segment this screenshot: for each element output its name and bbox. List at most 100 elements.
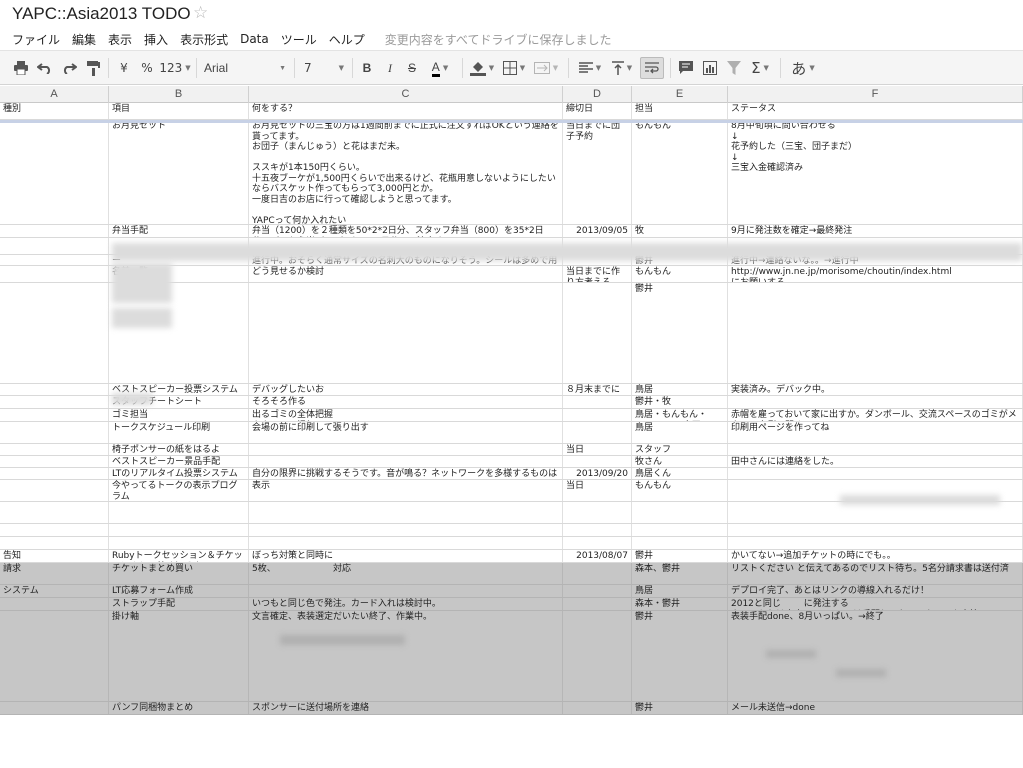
cell-c[interactable]: 弁当（1200）を２種類を50*2*2日分、スタッフ弁当（800）を35*2日分…: [249, 225, 563, 237]
cell-c[interactable]: 出るゴミの全体把握 カクヤス、提灯、: [249, 409, 563, 421]
menu-help[interactable]: ヘルプ: [323, 29, 371, 50]
menu-tools[interactable]: ツール: [275, 29, 323, 50]
column-header-c[interactable]: C: [249, 86, 563, 103]
cell-e[interactable]: もんもん: [632, 480, 728, 501]
cell-f[interactable]: リストください と伝えてあるのでリスト待ち。5名分請求書は送付済: [728, 563, 1023, 584]
cell-e[interactable]: [632, 502, 728, 523]
menu-edit[interactable]: 編集: [66, 29, 102, 50]
star-icon[interactable]: ☆: [193, 3, 208, 23]
wrap-text-icon[interactable]: [640, 57, 664, 79]
cell-b[interactable]: 椅子ポンサーの紙をはるよ: [109, 444, 249, 455]
cell-d[interactable]: 2013/09/20: [563, 468, 632, 479]
menu-format[interactable]: 表示形式: [174, 29, 234, 50]
vertical-align-icon[interactable]: ▼: [608, 57, 636, 79]
cell-c[interactable]: 5枚、 対応: [249, 563, 563, 584]
cell-a[interactable]: 請求: [0, 563, 109, 584]
cell-a[interactable]: [0, 409, 109, 421]
cell-f[interactable]: [728, 537, 1023, 549]
column-header-e[interactable]: E: [632, 86, 728, 103]
cell-b[interactable]: ゴミ担当: [109, 409, 249, 421]
filter-icon[interactable]: [724, 57, 744, 79]
cell-a[interactable]: [0, 502, 109, 523]
functions-button[interactable]: Σ ▼: [746, 57, 774, 79]
cell-e[interactable]: 鳥居・もんもん・umeyuki・太田: [632, 409, 728, 421]
cell-e[interactable]: もんもん: [632, 120, 728, 224]
merge-cells-icon[interactable]: ▼: [532, 57, 560, 79]
cell-e[interactable]: 鳥居: [632, 585, 728, 597]
cell-f[interactable]: [728, 283, 1023, 383]
paint-format-icon[interactable]: [82, 57, 104, 79]
cell-c[interactable]: [249, 502, 563, 523]
cell-d[interactable]: [563, 456, 632, 467]
column-header-a[interactable]: A: [0, 86, 109, 103]
cell-c[interactable]: [249, 444, 563, 455]
menu-view[interactable]: 表示: [102, 29, 138, 50]
cell-b[interactable]: LT応募フォーム作成: [109, 585, 249, 597]
cell-e[interactable]: 担当: [632, 103, 728, 119]
cell-b[interactable]: 今やってるトークの表示プログラム: [109, 480, 249, 501]
cell-a[interactable]: [0, 255, 109, 265]
undo-icon[interactable]: [34, 57, 56, 79]
cell-e[interactable]: 牧: [632, 225, 728, 237]
cell-c[interactable]: [249, 585, 563, 597]
spreadsheet-grid[interactable]: ABCDEF 種別 項目 何をする？ 締切日 担当 ステータス お月見セット お月見セットの三…: [0, 86, 1023, 768]
cell-f[interactable]: 赤帽を雇っておいて家に出すか。ダンボール、交流スペースのゴミがメタッフ定例で聞く…: [728, 409, 1023, 421]
cell-f[interactable]: [728, 502, 1023, 523]
cell-a[interactable]: [0, 598, 109, 610]
cell-c[interactable]: どう見せるか検討 無許可で縦書きの漢字作るの難しそう。 - 横書きで並べて行く表…: [249, 266, 563, 282]
cell-f[interactable]: [728, 468, 1023, 479]
cell-d[interactable]: [563, 598, 632, 610]
cell-d[interactable]: [563, 283, 632, 383]
cell-f[interactable]: 9月に発注数を確定→最終発注: [728, 225, 1023, 237]
cell-b[interactable]: Rubyトークセッション＆チケットほんとに締め切るよ: [109, 550, 249, 562]
cell-e[interactable]: スタッフ: [632, 444, 728, 455]
cell-c[interactable]: ぼっち対策と同時に: [249, 550, 563, 562]
frozen-row-divider[interactable]: [0, 120, 1023, 123]
cell-f[interactable]: 2012と同じ に発注する カード入れは森本+DoNextでは手配してない。カー…: [728, 598, 1023, 610]
cell-c[interactable]: 文言確定、表装選定だいたい終了、作業中。: [249, 611, 563, 701]
bold-button[interactable]: B: [358, 57, 376, 79]
chart-icon[interactable]: [700, 57, 720, 79]
cell-f[interactable]: 田中さんには連絡をした。: [728, 456, 1023, 467]
cell-a[interactable]: [0, 480, 109, 501]
cell-d[interactable]: [563, 409, 632, 421]
cell-f[interactable]: かいてない→追加チケットの時にでも。。: [728, 550, 1023, 562]
cell-c[interactable]: スポンサーに送付場所を連絡: [249, 702, 563, 714]
cell-f[interactable]: ステータス: [728, 103, 1023, 119]
menu-data[interactable]: Data: [234, 30, 275, 48]
cell-d[interactable]: [563, 502, 632, 523]
menu-insert[interactable]: 挿入: [138, 29, 174, 50]
cell-a[interactable]: [0, 266, 109, 282]
cell-f[interactable]: 8月中旬頃に問い合わせる ↓ 花予約した（三宝、団子まだ） ↓ 三宝入金確認済み: [728, 120, 1023, 224]
cell-a[interactable]: [0, 444, 109, 455]
cell-f[interactable]: [728, 524, 1023, 536]
cell-e[interactable]: [632, 524, 728, 536]
menu-file[interactable]: ファイル: [6, 29, 66, 50]
cell-d[interactable]: [563, 585, 632, 597]
cell-e[interactable]: 鬱井: [632, 550, 728, 562]
cell-d[interactable]: 締切日: [563, 103, 632, 119]
strikethrough-button[interactable]: S: [403, 57, 421, 79]
cell-a[interactable]: システム: [0, 585, 109, 597]
cell-c[interactable]: 表示: [249, 480, 563, 501]
cell-e[interactable]: 鬱井: [632, 702, 728, 714]
print-icon[interactable]: [10, 57, 32, 79]
cell-a[interactable]: [0, 456, 109, 467]
cell-a[interactable]: 告知: [0, 550, 109, 562]
cell-e[interactable]: 鬱井・牧: [632, 396, 728, 408]
redo-icon[interactable]: [58, 57, 80, 79]
cell-d[interactable]: 当日までに作り方考える: [563, 266, 632, 282]
cell-d[interactable]: [563, 422, 632, 443]
cell-f[interactable]: メール未送信→done: [728, 702, 1023, 714]
cell-c[interactable]: [249, 456, 563, 467]
cell-a[interactable]: [0, 225, 109, 237]
cell-f[interactable]: デプロイ完了、あとはリンクの導線入れるだけ！: [728, 585, 1023, 597]
cell-e[interactable]: 森本・鬱井: [632, 598, 728, 610]
cell-b[interactable]: チケットまとめ買い: [109, 563, 249, 584]
cell-f[interactable]: 印刷用ページを作ってね: [728, 422, 1023, 443]
cell-d[interactable]: 当日: [563, 480, 632, 501]
cell-d[interactable]: [563, 611, 632, 701]
cell-b[interactable]: LTのリアルタイム投票システムってなに: [109, 468, 249, 479]
column-header-b[interactable]: B: [109, 86, 249, 103]
cell-c[interactable]: [249, 524, 563, 536]
